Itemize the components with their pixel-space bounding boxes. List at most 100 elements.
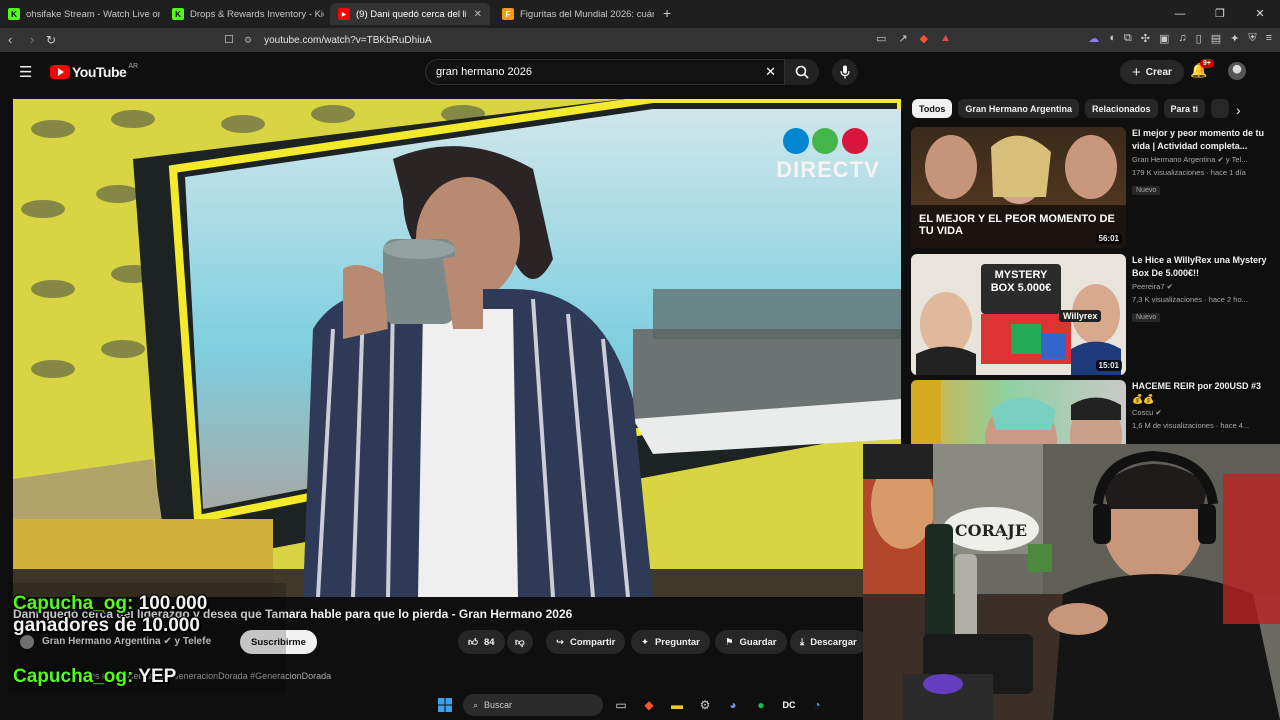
ccleaner-icon[interactable]: ◔ — [807, 695, 827, 715]
minimize-icon[interactable]: — — [1160, 0, 1200, 28]
close-tab-icon[interactable]: ✕ — [474, 9, 482, 20]
video-thumbnail[interactable]: MYSTERY BOX 5.000€ Willyrex 15:01 — [911, 254, 1126, 375]
thumbnail-art — [911, 380, 1122, 444]
streamer-webcam: CORAJE — [863, 444, 1280, 720]
screenshot-icon[interactable]: ▣ — [1159, 32, 1169, 45]
browser-tab[interactable]: F Figuritas del Mundial 2026: cuánto cu — [494, 3, 654, 25]
download-button[interactable]: ⤓ Descargar — [790, 630, 867, 654]
search-icon: ⌕ — [473, 699, 479, 710]
video-title[interactable]: HACEME REIR por 200USD #3 💰💰 — [1132, 380, 1267, 406]
app-icon[interactable]: DC — [779, 695, 799, 715]
share-icon[interactable]: ↗ — [898, 32, 907, 45]
cast-icon[interactable]: ▭ — [876, 32, 886, 45]
discord-icon[interactable]: ◕ — [723, 695, 743, 715]
browser-tab[interactable]: K Drops & Rewards Inventory - Kick St — [164, 3, 324, 25]
vpn-icon[interactable]: ⛨ — [1248, 32, 1256, 45]
clear-search-icon[interactable]: ✕ — [765, 64, 776, 80]
stream-chat-overlay: Capucha_og: 100.000 ganadores de 10.000 … — [8, 583, 286, 693]
filter-chips: Todos Gran Hermano Argentina Relacionado… — [912, 99, 1252, 119]
chip-related[interactable]: Relacionados — [1085, 99, 1158, 118]
chip-gran-hermano[interactable]: Gran Hermano Argentina — [958, 99, 1080, 118]
chip-for-you[interactable]: Para ti — [1163, 99, 1206, 118]
extension-icon[interactable]: ⧉ — [1124, 32, 1132, 45]
like-count: 84 — [483, 636, 495, 648]
search-button[interactable] — [785, 59, 819, 85]
create-button[interactable]: + Crear — [1120, 60, 1184, 84]
verified-icon: ✔ — [1217, 155, 1224, 164]
back-icon[interactable]: ‹ — [8, 32, 12, 48]
video-title[interactable]: El mejor y peor momento de tu vida | Act… — [1132, 127, 1267, 153]
guide-menu-icon[interactable]: ☰ — [19, 63, 32, 81]
leo-icon[interactable]: ☁ — [1088, 32, 1099, 45]
video-player[interactable]: DIRECTV — [13, 99, 901, 597]
voice-search-button[interactable] — [832, 59, 858, 85]
video-thumbnail[interactable] — [911, 380, 1126, 444]
chip-all[interactable]: Todos — [912, 99, 953, 118]
task-view-icon[interactable]: ▭ — [611, 695, 631, 715]
ask-button[interactable]: ✦ Preguntar — [631, 630, 710, 654]
video-title[interactable]: Le Hice a WillyRex una Mystery Box De 5.… — [1132, 254, 1267, 280]
file-explorer-icon[interactable]: ▬ — [667, 695, 687, 715]
taskbar-search[interactable]: ⌕ Buscar — [463, 694, 603, 716]
channel-line[interactable]: Gran Hermano Argentina ✔ y Tel... — [1132, 153, 1267, 166]
like-button[interactable]: 👍︎ 84 — [458, 630, 505, 654]
recommendation-meta: Le Hice a WillyRex una Mystery Box De 5.… — [1132, 254, 1267, 324]
brave-shield-icon[interactable]: ◆ — [920, 32, 928, 45]
avatar[interactable] — [1228, 62, 1246, 80]
wallet-icon[interactable]: ▤ — [1211, 32, 1221, 45]
music-icon[interactable]: ♫ — [1178, 32, 1186, 45]
site-info-icon[interactable]: ⚙ — [244, 35, 252, 46]
settings-icon[interactable]: ⚙ — [695, 695, 715, 715]
maximize-icon[interactable]: ❐ — [1200, 0, 1240, 28]
kick-favicon-icon: K — [8, 8, 20, 20]
sparkle-icon: ✦ — [641, 636, 649, 648]
channel-line[interactable]: Peereira7 ✔ — [1132, 280, 1267, 293]
forward-icon[interactable]: › — [30, 32, 34, 48]
menu-icon[interactable]: ≡ — [1266, 32, 1272, 45]
brave-rewards-icon[interactable]: ▲ — [940, 32, 951, 45]
thumbs-up-icon: 👍︎ — [468, 637, 478, 648]
download-icon: ⤓ — [800, 636, 805, 648]
channel-line[interactable]: Coscu ✔ — [1132, 406, 1267, 419]
share-button[interactable]: ↪ Compartir — [546, 630, 626, 654]
bookmark-icon[interactable]: ☐ — [224, 32, 234, 48]
sidebar-icon[interactable]: ▯ — [1196, 32, 1202, 45]
country-code: AR — [128, 62, 139, 70]
chat-message: Capucha_og: YEP — [13, 666, 176, 688]
spotify-icon[interactable]: ● — [751, 695, 771, 715]
close-window-icon[interactable]: ✕ — [1240, 0, 1280, 28]
url-field[interactable]: ⚙ youtube.com/watch?v=TBKbRuDhiuA — [244, 30, 874, 50]
chat-message: Capucha_og: 100.000 ganadores de 10.000 — [13, 593, 233, 637]
notifications-button[interactable]: 🔔 9+ — [1190, 59, 1214, 79]
save-button[interactable]: ⚑ Guardar — [715, 630, 787, 654]
share-label: Compartir — [569, 636, 616, 648]
video-stats: 7,3 K visualizaciones · hace 2 ho... — [1132, 295, 1248, 304]
reload-icon[interactable]: ↻ — [46, 32, 56, 48]
puzzle-icon[interactable]: ✣ — [1141, 32, 1150, 45]
channel-name: Coscu — [1132, 408, 1154, 417]
video-thumbnail[interactable]: EL MEJOR Y EL PEOR MOMENTO DE TU VIDA 56… — [911, 127, 1126, 248]
download-label: Descargar — [810, 636, 857, 648]
sparkle-icon[interactable]: ✦ — [1230, 32, 1239, 45]
window-controls: — ❐ ✕ — [1160, 0, 1280, 28]
youtube-logo[interactable]: YouTube AR — [50, 62, 139, 80]
extension-icon[interactable]: ◖ — [1108, 32, 1115, 45]
chip-more[interactable] — [1211, 99, 1230, 118]
dislike-button[interactable]: 👎︎ — [507, 630, 533, 654]
recommendation-card[interactable]: HACEME REIR por 200USD #3 💰💰 Coscu ✔ 1,6… — [911, 380, 1271, 444]
tab-title: Drops & Rewards Inventory - Kick St — [190, 8, 324, 20]
kick-favicon-icon: K — [172, 8, 184, 20]
new-tab-icon[interactable]: + — [663, 5, 671, 21]
thumbnail-caption: EL MEJOR Y EL PEOR MOMENTO DE TU VIDA — [919, 213, 1115, 237]
browser-tab[interactable]: K ohsifake Stream - Watch Live on — [0, 3, 160, 25]
search-input[interactable]: gran hermano 2026 ✕ — [425, 59, 785, 85]
url-text: youtube.com/watch?v=TBKbRuDhiuA — [264, 34, 432, 46]
chevron-right-icon[interactable]: › — [1236, 102, 1241, 118]
video-stats: 179 K visualizaciones · hace 1 día — [1132, 168, 1246, 177]
video-frame: DIRECTV — [13, 99, 901, 597]
windows-start-icon[interactable] — [435, 695, 455, 715]
brave-browser-icon[interactable]: ◆ — [639, 695, 659, 715]
notification-count-badge: 9+ — [1200, 59, 1214, 68]
ask-label: Preguntar — [654, 636, 700, 648]
browser-tab-active[interactable]: ▶ (9) Dani quedó cerca del lider ✕ — [330, 3, 490, 25]
